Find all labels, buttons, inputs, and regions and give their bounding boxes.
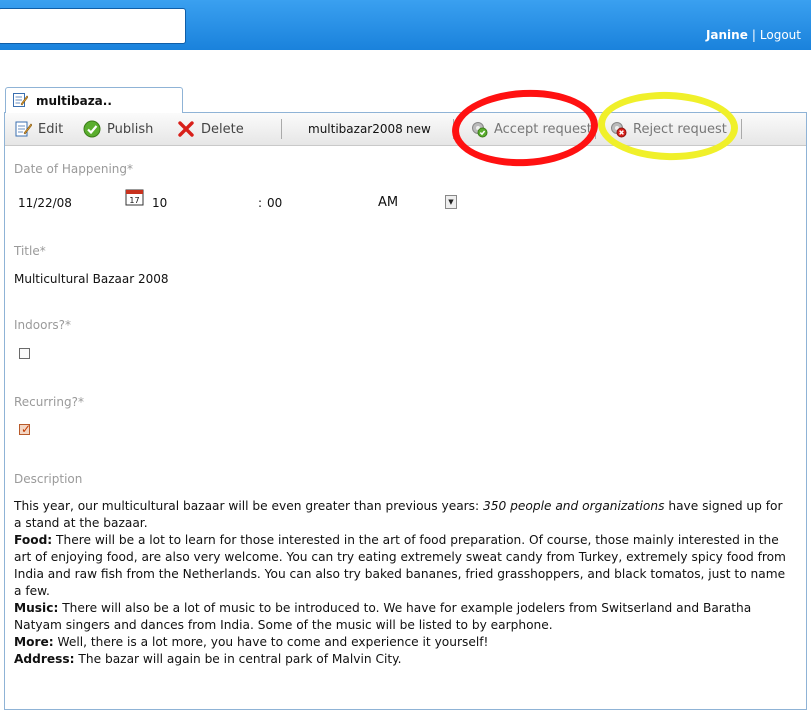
recurring-checkbox[interactable]: ✓ <box>19 422 32 436</box>
title-label: Title* <box>14 244 46 258</box>
title-field[interactable]: Multicultural Bazaar 2008 <box>14 272 169 286</box>
check-circle-icon <box>83 120 101 138</box>
separator: | <box>751 28 756 42</box>
logout-link[interactable]: Logout <box>760 28 801 42</box>
toolbar-divider <box>741 119 742 139</box>
delete-button[interactable]: Delete <box>177 120 244 138</box>
tab-label: multibaza.. <box>36 94 112 108</box>
indoors-label: Indoors?* <box>14 318 71 332</box>
checkmark-icon: ✓ <box>21 422 32 436</box>
tab-multibazar[interactable]: multibaza.. <box>5 87 183 113</box>
svg-text:17: 17 <box>129 196 139 205</box>
ampm-select[interactable]: AM <box>378 195 398 210</box>
toolbar-divider <box>281 119 282 139</box>
description-address: Address: The bazar will again be in cent… <box>14 652 402 666</box>
hour-field[interactable]: 10 <box>152 196 167 210</box>
username: Janine <box>705 28 748 42</box>
description-label: Description <box>14 472 83 486</box>
minute-field[interactable]: 00 <box>267 196 282 210</box>
calendar-icon[interactable]: 17 <box>125 188 145 206</box>
publish-label: Publish <box>107 121 154 137</box>
description-intro: This year, our multicultural bazaar will… <box>14 499 783 530</box>
red-x-icon <box>177 120 195 138</box>
time-colon: : <box>258 196 263 210</box>
description-food: Food: There will be a lot to learn for t… <box>14 533 786 598</box>
document-name: multibazar2008 <box>308 122 403 136</box>
user-links: Janine | Logout <box>706 28 801 42</box>
edit-label: Edit <box>38 121 64 137</box>
chevron-down-icon[interactable]: ▼ <box>445 195 457 209</box>
edit-button[interactable]: Edit <box>14 120 63 138</box>
description-more: More: Well, there is a lot more, you hav… <box>14 635 489 649</box>
delete-label: Delete <box>201 121 244 137</box>
edit-icon <box>14 120 32 138</box>
date-field[interactable]: 11/22/08 <box>18 196 72 210</box>
description-field[interactable]: This year, our multicultural bazaar will… <box>14 498 790 668</box>
indoors-checkbox[interactable] <box>19 348 30 359</box>
date-label: Date of Happening* <box>14 162 134 176</box>
document-status: new <box>406 122 431 136</box>
search-input[interactable] <box>0 8 186 44</box>
top-bar: Janine | Logout <box>0 0 811 50</box>
description-music: Music: There will also be a lot of music… <box>14 601 752 632</box>
publish-button[interactable]: Publish <box>83 120 153 138</box>
recurring-label: Recurring?* <box>14 395 84 409</box>
document-edit-icon <box>12 92 29 108</box>
